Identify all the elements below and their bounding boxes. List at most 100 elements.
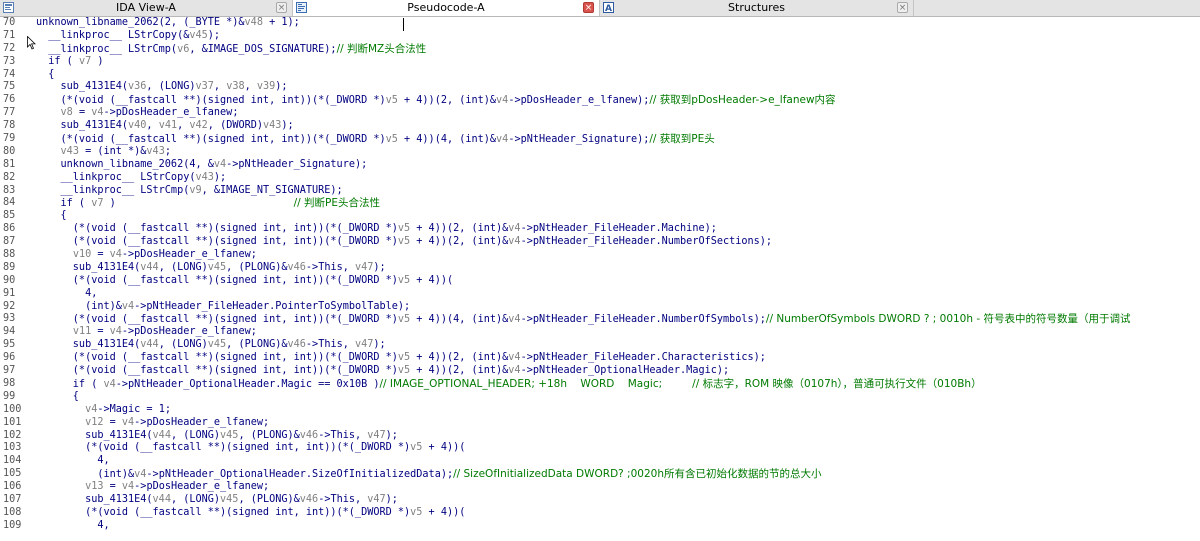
code-line[interactable]: 107 sub_4131E4(v44, (LONG)v45, (PLONG)&v…	[0, 494, 398, 507]
code-line[interactable]: 92 (int)&v4->pNtHeader_FileHeader.Pointe…	[0, 301, 410, 314]
code-line[interactable]: 71 __linkproc__ LStrCopy(&v45);	[0, 30, 220, 43]
code-line[interactable]: 93 (*(void (__fastcall **)(signed int, i…	[0, 313, 1130, 326]
code-variable: v5	[397, 365, 411, 377]
code-line[interactable]: 106 v13 = v4->pDosHeader_e_lfanew;	[0, 481, 269, 494]
close-icon[interactable]: ×	[897, 2, 908, 13]
code-variable: v44	[140, 261, 159, 273]
code-line[interactable]: 82 __linkproc__ LStrCopy(v43);	[0, 172, 226, 185]
code-line[interactable]: 104 4,	[0, 455, 110, 468]
code-text: __linkproc__ LStrCopy(v43);	[36, 172, 227, 185]
code-text: v11 = v4->pDosHeader_e_lfanew;	[36, 326, 257, 339]
code-comment: // SizeOfInitializedData DWORD? ;0020h所有…	[453, 468, 822, 481]
code-line[interactable]: 94 v11 = v4->pDosHeader_e_lfanew;	[0, 326, 257, 339]
code-line[interactable]: 87 (*(void (__fastcall **)(signed int, i…	[0, 236, 772, 249]
tab-structures[interactable]: A Structures ×	[600, 0, 914, 16]
code-line[interactable]: 88 v10 = v4->pDosHeader_e_lfanew;	[0, 249, 257, 262]
code-text: (*(void (__fastcall **)(signed int, int)…	[36, 133, 715, 147]
code-line[interactable]: 100 v4->Magic = 1;	[0, 403, 171, 417]
line-number: 74	[3, 68, 16, 80]
line-number: 86	[3, 223, 16, 235]
code-token: unknown_libname_2062(4, &	[36, 158, 214, 170]
code-variable: v39	[256, 81, 276, 93]
code-text: (*(void (__fastcall **)(signed int, int)…	[36, 442, 465, 455]
line-number: 87	[3, 236, 16, 248]
code-text: __linkproc__ LStrCopy(&v45);	[36, 30, 220, 43]
code-text: sub_4131E4(v44, (LONG)v45, (PLONG)&v46->…	[36, 339, 386, 352]
code-token: ,	[244, 81, 257, 93]
code-line[interactable]: 105 (int)&v4->pNtHeader_OptionalHeader.S…	[0, 468, 821, 481]
code-variable: v4	[508, 365, 521, 377]
code-line[interactable]: 73 if ( v7 )	[0, 56, 104, 69]
line-number: 100	[3, 403, 22, 415]
code-text: __linkproc__ LStrCmp(v6, &IMAGE_DOS_SIGN…	[36, 43, 426, 57]
code-line[interactable]: 74 {	[0, 68, 54, 82]
code-token: , (PLONG)&	[238, 429, 300, 441]
code-token: (*(void (__fastcall **)(signed int, int)…	[36, 274, 398, 286]
code-line[interactable]: 85 {	[0, 210, 67, 223]
code-line[interactable]: 81 unknown_libname_2062(4, &v4->pNtHeade…	[0, 159, 367, 172]
code-variable: v5	[385, 134, 398, 146]
code-token: + 4))(4, (int)&	[410, 314, 509, 326]
code-text: v10 = v4->pDosHeader_e_lfanew;	[36, 249, 257, 262]
code-line[interactable]: 84 if ( v7 ) // 判断PE头合法性	[0, 197, 380, 210]
code-token: ->pNtHeader_Signature);	[226, 158, 368, 170]
code-token: ,	[146, 120, 159, 132]
code-line[interactable]: 99 {	[0, 391, 79, 404]
code-line[interactable]: 96 (*(void (__fastcall **)(signed int, i…	[0, 352, 766, 365]
code-line[interactable]: 77 v8 = v4->pDosHeader_e_lfanew;	[0, 107, 238, 120]
code-variable: v4	[109, 249, 122, 261]
code-line[interactable]: 102 sub_4131E4(v44, (LONG)v45, (PLONG)&v…	[0, 430, 398, 443]
code-line[interactable]: 75 sub_4131E4(v36, (LONG)v37, v38, v39);	[0, 81, 288, 94]
code-token: {	[36, 68, 55, 80]
pseudocode-editor[interactable]: 70 unknown_libname_2062(2, (_BYTE *)&v48 …	[0, 17, 1200, 541]
line-number: 83	[3, 184, 16, 196]
code-line[interactable]: 72 __linkproc__ LStrCmp(v6, &IMAGE_DOS_S…	[0, 43, 426, 56]
code-text: {	[36, 69, 54, 82]
code-token: ->pDosHeader_e_lfanew;	[134, 481, 270, 493]
code-variable: v45	[207, 339, 227, 351]
code-line[interactable]: 90 (*(void (__fastcall **)(signed int, i…	[0, 275, 453, 288]
code-line[interactable]: 95 sub_4131E4(v44, (LONG)v45, (PLONG)&v4…	[0, 339, 386, 352]
code-line[interactable]: 80 v43 = (int *)&v43;	[0, 145, 171, 159]
code-line[interactable]: 103 (*(void (__fastcall **)(signed int, …	[0, 442, 465, 455]
code-token: {	[36, 210, 67, 222]
tab-pseudocode-a[interactable]: Pseudocode-A ×	[293, 0, 600, 16]
code-token: __linkproc__ LStrCopy(&	[36, 29, 190, 41]
code-token: ->pNtHeader_OptionalHeader.Magic == 0x10…	[115, 378, 380, 390]
tab-ida-view-a[interactable]: IDA View-A ×	[0, 0, 293, 16]
close-icon[interactable]: ×	[583, 2, 594, 13]
code-text: (*(void (__fastcall **)(signed int, int)…	[36, 313, 1131, 327]
code-token: ->pDosHeader_e_lfanew);	[508, 95, 650, 107]
close-icon[interactable]: ×	[276, 2, 287, 13]
code-line[interactable]: 97 (*(void (__fastcall **)(signed int, i…	[0, 365, 729, 378]
line-number: 80	[3, 145, 16, 157]
line-number: 95	[3, 339, 16, 351]
line-number: 70	[3, 17, 16, 28]
code-line[interactable]: 101 v12 = v4->pDosHeader_e_lfanew;	[0, 417, 269, 430]
code-line[interactable]: 108 (*(void (__fastcall **)(signed int, …	[0, 507, 465, 520]
code-line[interactable]: 83 __linkproc__ LStrCmp(v9, &IMAGE_NT_SI…	[0, 184, 343, 198]
tab-label: IDA View-A	[116, 1, 176, 14]
code-variable: v4	[91, 107, 104, 119]
code-token: , &IMAGE_NT_SIGNATURE);	[201, 184, 343, 196]
code-variable: v4	[508, 223, 521, 235]
code-token: sub_4131E4(	[36, 81, 129, 93]
code-text: __linkproc__ LStrCmp(v9, &IMAGE_NT_SIGNA…	[36, 185, 343, 198]
code-line[interactable]: 79 (*(void (__fastcall **)(signed int, i…	[0, 133, 715, 146]
code-line[interactable]: 98 if ( v4->pNtHeader_OptionalHeader.Mag…	[0, 378, 982, 391]
code-token: ->pDosHeader_e_lfanew;	[121, 326, 257, 338]
code-variable: v5	[397, 352, 411, 364]
line-number: 85	[3, 210, 16, 222]
code-line[interactable]: 109 4,	[0, 520, 110, 533]
code-line[interactable]: 91 4,	[0, 288, 97, 301]
code-token: sub_4131E4(	[36, 339, 141, 351]
code-line[interactable]: 78 sub_4131E4(v40, v41, v42, (DWORD)v43)…	[0, 120, 294, 133]
code-line[interactable]: 86 (*(void (__fastcall **)(signed int, i…	[0, 223, 717, 236]
code-line[interactable]: 89 sub_4131E4(v44, (LONG)v45, (PLONG)&v4…	[0, 262, 386, 275]
code-variable: v8	[60, 107, 73, 119]
code-token: unknown_libname_2062(2, (_BYTE *)&	[36, 17, 245, 28]
code-line[interactable]: 76 (*(void (__fastcall **)(signed int, i…	[0, 94, 836, 107]
code-variable: v4	[121, 416, 135, 428]
code-line[interactable]: 70 unknown_libname_2062(2, (_BYTE *)&v48 …	[0, 17, 300, 30]
